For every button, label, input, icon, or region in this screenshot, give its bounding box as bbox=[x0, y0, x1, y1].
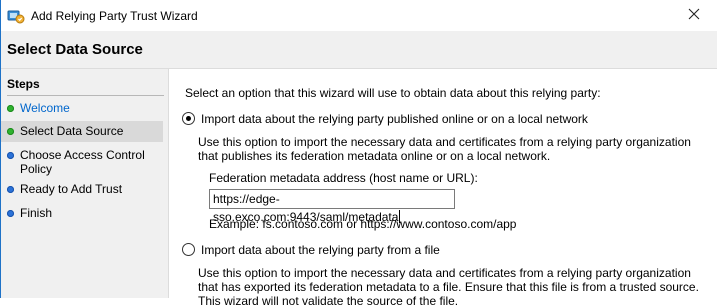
metadata-address-example: Example: fs.contoso.com or https://www.c… bbox=[209, 217, 517, 231]
file-import-radio[interactable] bbox=[182, 243, 195, 256]
main-content: Select an option that this wizard will u… bbox=[169, 69, 717, 308]
step-pending-icon bbox=[7, 186, 14, 193]
step-choose-access-control-policy[interactable]: Choose Access Control Policy bbox=[1, 148, 163, 176]
step-label: Select Data Source bbox=[20, 124, 124, 138]
step-select-data-source[interactable]: Select Data Source bbox=[1, 121, 163, 142]
close-icon bbox=[688, 8, 700, 23]
page-title: Select Data Source bbox=[7, 41, 143, 58]
step-done-icon bbox=[7, 128, 14, 135]
step-finish[interactable]: Finish bbox=[1, 206, 163, 220]
file-import-description: Use this option to import the necessary … bbox=[198, 266, 699, 308]
intro-text: Select an option that this wizard will u… bbox=[185, 86, 601, 100]
step-pending-icon bbox=[7, 152, 14, 159]
page-header: Select Data Source bbox=[1, 31, 717, 69]
step-label: Finish bbox=[20, 206, 53, 220]
window-title: Add Relying Party Trust Wizard bbox=[31, 9, 198, 23]
metadata-address-label: Federation metadata address (host name o… bbox=[209, 171, 478, 185]
steps-title: Steps bbox=[7, 77, 40, 91]
step-label: Choose Access Control Policy bbox=[20, 148, 145, 176]
step-welcome[interactable]: Welcome bbox=[1, 101, 163, 115]
wizard-window: Add Relying Party Trust Wizard Select Da… bbox=[0, 0, 717, 308]
metadata-address-input[interactable]: https://edge-sso.exco.com:9443/saml/meta… bbox=[209, 189, 455, 224]
step-done-icon bbox=[7, 105, 14, 112]
online-import-radio[interactable] bbox=[182, 112, 195, 125]
steps-divider bbox=[7, 95, 164, 96]
step-ready-to-add-trust[interactable]: Ready to Add Trust bbox=[1, 182, 163, 196]
close-button[interactable] bbox=[671, 0, 717, 31]
step-pending-icon bbox=[7, 210, 14, 217]
steps-panel: Steps Welcome Select Data Source Choose … bbox=[1, 69, 169, 298]
step-label: Welcome bbox=[20, 101, 70, 115]
file-import-label[interactable]: Import data about the relying party from… bbox=[201, 243, 440, 257]
online-import-description: Use this option to import the necessary … bbox=[198, 135, 691, 163]
step-label: Ready to Add Trust bbox=[20, 182, 123, 196]
title-bar: Add Relying Party Trust Wizard bbox=[1, 0, 717, 31]
online-import-label[interactable]: Import data about the relying party publ… bbox=[201, 112, 588, 126]
adfs-wizard-icon bbox=[7, 8, 25, 24]
